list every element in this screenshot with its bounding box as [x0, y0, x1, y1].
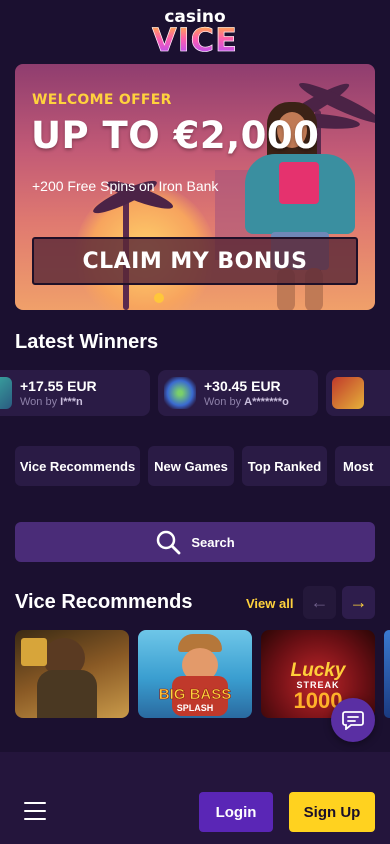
carousel-dot-active[interactable] [154, 293, 164, 303]
winner-card[interactable] [326, 370, 390, 416]
game-card-book-of-dead[interactable] [15, 630, 129, 718]
tab-top-ranked[interactable]: Top Ranked [242, 446, 327, 486]
login-button[interactable]: Login [199, 792, 273, 832]
game-thumbnail [332, 377, 364, 409]
tab-vice-recommends[interactable]: Vice Recommends [15, 446, 140, 486]
welcome-offer-label: WELCOME OFFER [32, 92, 172, 108]
game-title-splash: SPLASH [176, 703, 214, 713]
logo-main-text: VICE [151, 20, 238, 59]
carousel-prev-button[interactable]: ← [303, 586, 336, 619]
game-card-partial[interactable] [384, 630, 390, 718]
tab-most[interactable]: Most [335, 446, 390, 486]
game-thumbnail [164, 377, 196, 409]
winner-user: Won by I***n [20, 396, 83, 408]
signup-button[interactable]: Sign Up [289, 792, 375, 832]
search-icon [157, 530, 181, 555]
winner-card[interactable]: +30.45 EUR Won by A*******o [158, 370, 318, 416]
bottom-nav-bar: Login Sign Up [0, 752, 390, 844]
winner-user: Won by A*******o [204, 396, 289, 408]
tab-new-games[interactable]: New Games [148, 446, 234, 486]
game-card-big-bass-splash[interactable]: BIG BASS SPLASH [138, 630, 252, 718]
welcome-offer-banner[interactable]: WELCOME OFFER UP TO €2,000 +200 Free Spi… [15, 64, 375, 310]
hamburger-menu-icon[interactable] [24, 802, 46, 820]
latest-winners-carousel[interactable]: +17.55 EUR Won by I***n +30.45 EUR Won b… [0, 370, 390, 416]
search-button[interactable]: Search [15, 522, 375, 562]
view-all-link[interactable]: View all [246, 596, 293, 611]
winner-card[interactable]: +17.55 EUR Won by I***n [0, 370, 150, 416]
arrow-right-icon: → [349, 592, 368, 612]
casino-vice-logo[interactable]: casino VICE [152, 7, 238, 56]
chat-button[interactable] [331, 698, 375, 742]
category-tabs: Vice Recommends New Games Top Ranked Mos… [0, 446, 390, 486]
claim-bonus-button[interactable]: CLAIM MY BONUS [32, 237, 358, 285]
carousel-next-button[interactable]: → [342, 586, 375, 619]
arrow-left-icon: ← [310, 592, 329, 612]
latest-winners-title: Latest Winners [15, 331, 159, 353]
winner-amount: +30.45 EUR [204, 378, 281, 394]
winner-amount: +17.55 EUR [20, 378, 97, 394]
app-header: casino VICE [0, 0, 390, 62]
game-title-big-bass: BIG BASS [158, 686, 232, 704]
game-carousel: BIG BASS SPLASH Lucky STREAK 1000 [0, 630, 390, 718]
search-label: Search [191, 534, 235, 550]
offer-subtext: +200 Free Spins on Iron Bank [32, 178, 219, 194]
offer-headline: UP TO €2,000 [31, 114, 320, 157]
chat-icon [342, 711, 364, 730]
game-title-lucky: Lucky [290, 660, 346, 681]
game-thumbnail [0, 377, 12, 409]
vice-recommends-title: Vice Recommends [15, 591, 193, 613]
